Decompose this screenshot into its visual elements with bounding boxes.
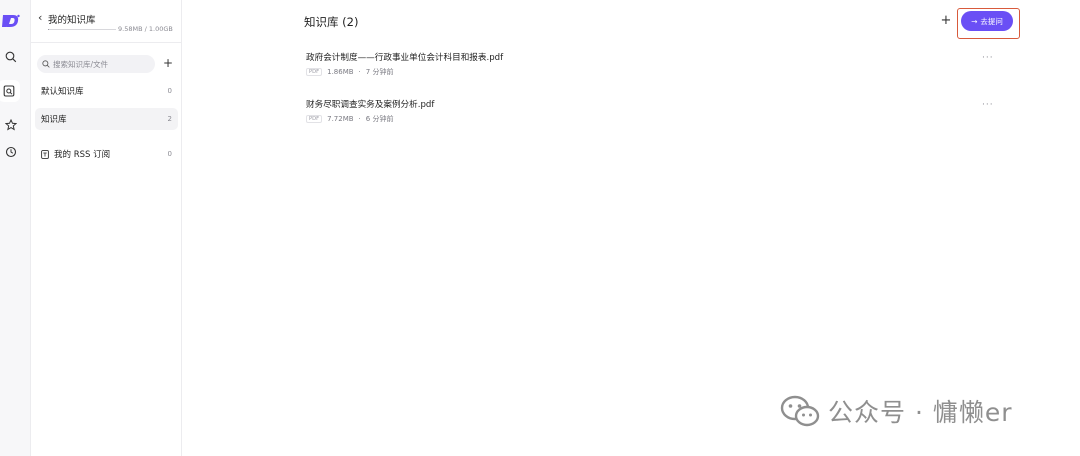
watermark: 公众号 · 慵懒er xyxy=(780,393,1013,429)
file-type-badge: PDF xyxy=(306,68,323,76)
arrow-right-icon: → xyxy=(971,16,978,26)
file-row[interactable]: 财务尽职调查实务及案例分析.pdf PDF 7.72MB · 6 分钟前 ··· xyxy=(304,98,1004,134)
kb-item-label: 知识库 xyxy=(41,115,67,125)
file-size: 1.86MB xyxy=(327,68,354,76)
search-icon xyxy=(42,60,50,68)
kb-item-label: 默认知识库 xyxy=(41,87,84,97)
kb-search-input[interactable] xyxy=(53,59,148,69)
history-icon[interactable] xyxy=(0,141,22,163)
kb-item-default[interactable]: 默认知识库 0 xyxy=(35,80,178,102)
back-icon[interactable]: ‹ xyxy=(38,11,42,24)
kb-item-count: 0 xyxy=(167,150,172,158)
ask-button-label: 去提问 xyxy=(980,16,1003,26)
star-icon[interactable] xyxy=(0,114,22,136)
watermark-text: 公众号 · 慵懒er xyxy=(828,398,1013,427)
add-knowledge-base-button[interactable]: + xyxy=(161,56,175,70)
ask-question-button[interactable]: → 去提问 xyxy=(961,11,1013,31)
add-file-button[interactable]: + xyxy=(938,13,954,29)
more-options-icon[interactable]: ··· xyxy=(982,100,994,110)
wechat-icon xyxy=(780,395,820,427)
storage-usage-bar xyxy=(48,29,116,30)
app-logo[interactable] xyxy=(2,14,20,28)
icon-rail xyxy=(0,0,31,456)
kb-item-count: 2 xyxy=(167,115,172,123)
kb-item-count: 0 xyxy=(167,87,172,95)
file-type-badge: PDF xyxy=(306,115,323,123)
panel-title: 我的知识库 xyxy=(48,15,96,26)
page-title: 知识库 (2) xyxy=(304,15,359,29)
kb-search-box[interactable] xyxy=(37,55,155,73)
meta-separator: · xyxy=(358,68,361,76)
meta-separator: · xyxy=(358,115,361,123)
file-size: 7.72MB xyxy=(327,115,354,123)
file-name[interactable]: 政府会计制度——行政事业单位会计科目和报表.pdf xyxy=(306,51,503,63)
file-time: 7 分钟前 xyxy=(365,68,394,76)
file-time: 6 分钟前 xyxy=(365,115,394,123)
more-options-icon[interactable]: ··· xyxy=(982,53,994,63)
search-icon[interactable] xyxy=(0,46,22,68)
kb-item-rss[interactable]: 我的 RSS 订阅 0 xyxy=(35,143,178,165)
kb-item-knowledge-base[interactable]: 知识库 2 xyxy=(35,108,178,130)
knowledge-base-panel: ‹ 我的知识库 9.58MB / 1.00GB + 默认知识库 0 知识库 2 … xyxy=(31,0,182,456)
kb-item-label: 我的 RSS 订阅 xyxy=(54,150,111,160)
knowledge-base-icon[interactable] xyxy=(0,80,20,102)
file-row[interactable]: 政府会计制度——行政事业单位会计科目和报表.pdf PDF 1.86MB · 7… xyxy=(304,51,1004,87)
rss-icon xyxy=(41,149,49,159)
storage-usage-text: 9.58MB / 1.00GB xyxy=(118,25,173,33)
file-name[interactable]: 财务尽职调查实务及案例分析.pdf xyxy=(306,98,434,110)
divider xyxy=(31,42,182,43)
